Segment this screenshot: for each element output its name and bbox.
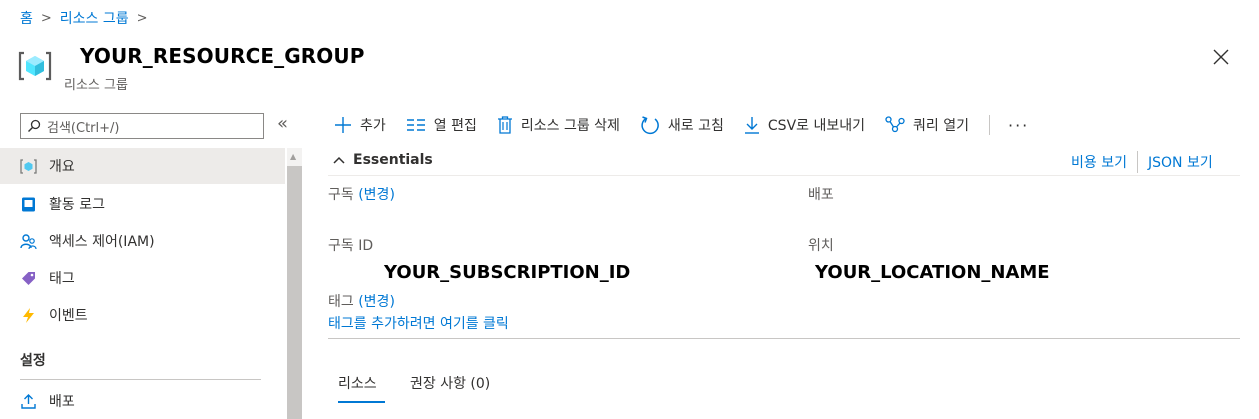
overview-icon	[20, 158, 37, 175]
plus-icon	[335, 117, 351, 133]
sidebar-item-deployments[interactable]: 배포	[0, 383, 285, 419]
link-divider	[1136, 151, 1138, 173]
subscription-change-link[interactable]: (변경)	[358, 187, 395, 203]
sidebar-item-label: 배포	[49, 394, 75, 410]
search-icon	[28, 119, 41, 132]
iam-icon	[20, 233, 37, 250]
chevron-right-icon: >	[136, 10, 148, 26]
close-icon[interactable]	[1210, 46, 1232, 68]
trash-icon	[497, 116, 512, 134]
sidebar-item-label: 태그	[49, 271, 75, 287]
essentials-heading: Essentials	[353, 152, 433, 168]
sidebar-item-label: 이벤트	[49, 308, 88, 324]
upload-icon	[20, 393, 37, 410]
active-tab-indicator	[338, 401, 385, 403]
tags-label: 태그	[328, 294, 354, 310]
add-tags-link[interactable]: 태그를 추가하려면 여기를 클릭	[328, 313, 509, 333]
deployment-label: 배포	[808, 187, 834, 203]
toolbar-divider	[988, 115, 990, 135]
subscription-field: 구독 (변경)	[328, 184, 395, 204]
section-divider	[20, 379, 261, 380]
sidebar-item-label: 액세스 제어(IAM)	[49, 234, 155, 250]
sidebar-item-activity-log[interactable]: 활동 로그	[0, 186, 285, 222]
breadcrumb: 홈 > 리소스 그룹 >	[20, 8, 148, 28]
delete-group-button[interactable]: 리소스 그룹 삭제	[497, 115, 620, 135]
query-icon	[885, 116, 905, 133]
refresh-button[interactable]: 새로 고침	[640, 115, 724, 135]
refresh-icon	[641, 116, 659, 135]
sidebar-scrollbar-thumb[interactable]	[287, 166, 302, 419]
sidebar-item-iam[interactable]: 액세스 제어(IAM)	[0, 223, 285, 259]
breadcrumb-home-link[interactable]: 홈	[20, 8, 33, 28]
location-value: YOUR_LOCATION_NAME	[815, 262, 1050, 283]
open-query-button[interactable]: 쿼리 열기	[885, 115, 969, 135]
sidebar-item-tags[interactable]: 태그	[0, 260, 285, 296]
sidebar-item-label: 활동 로그	[49, 197, 105, 213]
page-subtitle: 리소스 그룹	[64, 78, 128, 93]
tags-change-link[interactable]: (변경)	[358, 294, 395, 310]
location-label: 위치	[808, 238, 834, 254]
resource-group-icon	[18, 51, 52, 81]
lightning-icon	[20, 307, 37, 324]
subscription-id-value: YOUR_SUBSCRIPTION_ID	[384, 262, 631, 283]
json-view-link[interactable]: JSON 보기	[1148, 152, 1213, 172]
download-icon	[744, 117, 759, 134]
page-title: YOUR_RESOURCE_GROUP	[80, 44, 365, 68]
columns-icon	[406, 119, 425, 131]
essentials-toggle[interactable]: Essentials	[333, 152, 433, 168]
sidebar-section-settings: 설정	[20, 353, 46, 369]
subscription-id-label: 구독 ID	[328, 238, 374, 254]
essentials-bottom-divider	[328, 338, 1240, 339]
subscription-label: 구독	[328, 187, 354, 203]
search-placeholder: 검색(Ctrl+/)	[47, 120, 120, 136]
breadcrumb-resource-groups-link[interactable]: 리소스 그룹	[60, 8, 129, 28]
tab-recommendations[interactable]: 권장 사항 (0)	[410, 373, 490, 393]
collapse-sidebar-button[interactable]: «	[277, 113, 288, 134]
cost-view-link[interactable]: 비용 보기	[1071, 152, 1127, 172]
add-button[interactable]: 추가	[334, 115, 386, 135]
tag-icon	[20, 270, 37, 287]
edit-columns-button[interactable]: 열 편집	[406, 115, 477, 135]
export-csv-button[interactable]: CSV로 내보내기	[744, 115, 865, 135]
tags-field: 태그 (변경)	[328, 291, 395, 311]
essentials-divider	[328, 175, 1240, 176]
more-options-button[interactable]: ···	[1008, 116, 1029, 135]
essentials-links: 비용 보기 JSON 보기	[1071, 151, 1213, 173]
sidebar-item-label: 개요	[49, 159, 75, 175]
sidebar-item-events[interactable]: 이벤트	[0, 297, 285, 333]
scroll-up-arrow-icon[interactable]: ▲	[290, 152, 296, 161]
activity-log-icon	[20, 196, 37, 213]
tab-resources[interactable]: 리소스	[338, 373, 377, 393]
search-input[interactable]: 검색(Ctrl+/)	[20, 113, 264, 139]
sidebar-item-overview[interactable]: 개요	[0, 148, 285, 184]
chevron-up-icon	[333, 156, 345, 164]
command-bar: 추가 열 편집 리소스 그룹 삭제 새로 고침 CSV로 내보내기 쿼리 열기 …	[334, 112, 1029, 138]
chevron-right-icon: >	[40, 10, 52, 26]
